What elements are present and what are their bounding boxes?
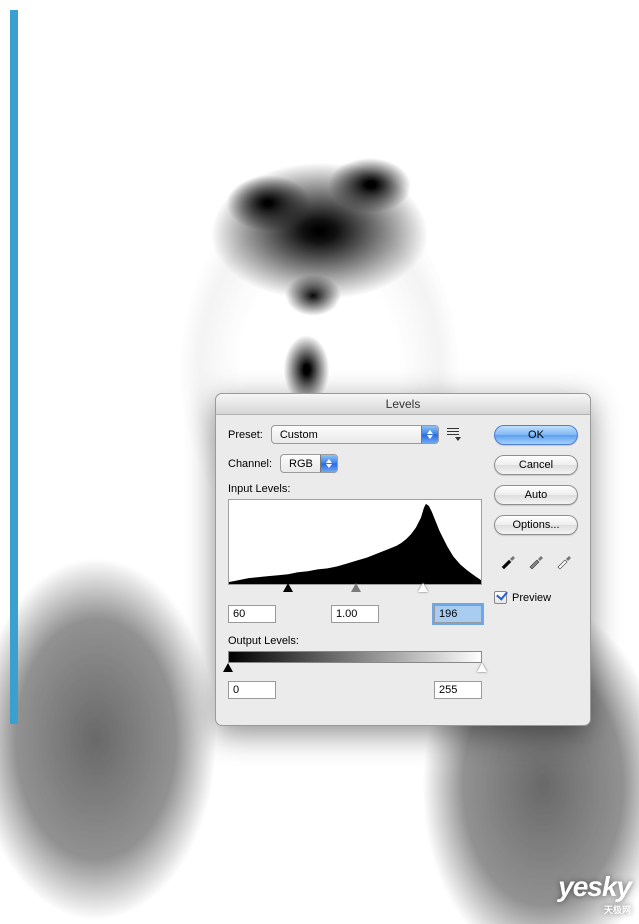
channel-value: RGB bbox=[289, 458, 313, 470]
white-point-handle[interactable] bbox=[418, 583, 428, 592]
preview-label: Preview bbox=[512, 592, 551, 604]
eyedropper-gray-icon[interactable] bbox=[526, 551, 546, 571]
input-levels-label: Input Levels: bbox=[228, 483, 482, 495]
preset-select[interactable]: Custom bbox=[271, 425, 439, 444]
preset-label: Preset: bbox=[228, 429, 263, 441]
histogram bbox=[228, 499, 482, 585]
output-levels-label: Output Levels: bbox=[228, 635, 482, 647]
dialog-title: Levels bbox=[216, 394, 590, 415]
options-button[interactable]: Options... bbox=[494, 515, 578, 535]
watermark-text: yesky bbox=[558, 871, 631, 902]
preview-checkbox[interactable] bbox=[494, 591, 507, 604]
watermark-sub: 天极网 bbox=[558, 903, 631, 916]
select-stepper-icon bbox=[421, 426, 438, 443]
output-white-field[interactable] bbox=[434, 681, 482, 699]
channel-select[interactable]: RGB bbox=[280, 454, 338, 473]
black-point-handle[interactable] bbox=[283, 583, 293, 592]
eyedropper-white-icon[interactable] bbox=[554, 551, 574, 571]
levels-dialog: Levels Preset: Custom Channel: RGB bbox=[215, 393, 591, 726]
channel-label: Channel: bbox=[228, 458, 272, 470]
input-black-field[interactable] bbox=[228, 605, 276, 623]
watermark: yesky 天极网 bbox=[558, 871, 631, 916]
input-white-field[interactable] bbox=[434, 605, 482, 623]
select-stepper-icon bbox=[320, 455, 337, 472]
cancel-button[interactable]: Cancel bbox=[494, 455, 578, 475]
output-black-field[interactable] bbox=[228, 681, 276, 699]
input-mid-field[interactable] bbox=[331, 605, 379, 623]
midpoint-handle[interactable] bbox=[351, 583, 361, 592]
ok-button[interactable]: OK bbox=[494, 425, 578, 445]
preset-menu-icon[interactable] bbox=[447, 428, 461, 442]
image-edge-accent bbox=[10, 10, 18, 724]
output-black-handle[interactable] bbox=[223, 663, 233, 672]
output-white-handle[interactable] bbox=[477, 663, 487, 672]
output-gradient bbox=[228, 651, 482, 663]
input-slider-track[interactable] bbox=[228, 585, 482, 599]
preset-value: Custom bbox=[280, 429, 318, 441]
auto-button[interactable]: Auto bbox=[494, 485, 578, 505]
eyedropper-black-icon[interactable] bbox=[498, 551, 518, 571]
output-slider-track[interactable] bbox=[228, 665, 482, 677]
